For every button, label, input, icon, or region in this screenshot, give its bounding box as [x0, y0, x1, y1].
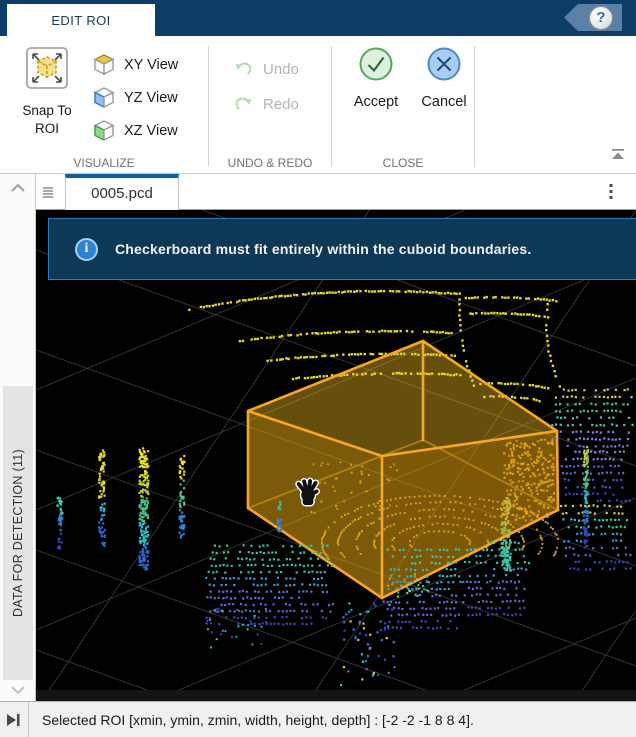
undo-icon: [233, 59, 254, 80]
point-cloud-viewport[interactable]: i Checkerboard must fit entirely within …: [36, 210, 636, 701]
accept-button[interactable]: Accept: [344, 46, 408, 110]
cancel-label: Cancel: [412, 94, 476, 110]
redo-icon: [233, 94, 254, 115]
section-label-undo-redo: UNDO & REDO: [209, 156, 331, 170]
cube-icon: [92, 119, 116, 142]
help-button[interactable]: ?: [564, 4, 622, 31]
group-undo-redo: Undo Redo UNDO & REDO: [209, 36, 331, 173]
group-visualize: Snap To ROI XY View YZ View XZ View VISU…: [0, 36, 208, 173]
chevron-up-icon[interactable]: [10, 183, 26, 193]
collapse-ribbon-button[interactable]: [610, 147, 626, 165]
document-tab-active[interactable]: 0005.pcd: [65, 174, 179, 210]
view-button-xy[interactable]: XY View: [92, 48, 178, 81]
view-button-yz[interactable]: YZ View: [92, 81, 178, 114]
pointcloud-svg[interactable]: [36, 210, 636, 690]
accept-label: Accept: [344, 94, 408, 110]
app-window: EDIT ROI ?: [0, 0, 636, 737]
cancel-icon: [426, 46, 462, 82]
status-bar: Selected ROI [xmin, ymin, zmin, width, h…: [0, 701, 636, 737]
view-button-label: XY View: [124, 57, 178, 73]
banner-text: Checkerboard must fit entirely within th…: [115, 241, 532, 257]
view-button-label: YZ View: [124, 90, 178, 106]
content-panel: 0005.pcd i Checkerboard must fit entirel…: [36, 174, 636, 701]
ribbon-divider: [474, 46, 475, 167]
help-icon: ?: [589, 6, 613, 30]
chevron-down-icon[interactable]: [10, 685, 26, 695]
accept-icon: [358, 46, 394, 82]
document-tabbar: 0005.pcd: [36, 174, 636, 210]
info-banner: i Checkerboard must fit entirely within …: [48, 218, 636, 280]
view-button-label: XZ View: [124, 123, 178, 139]
snap-to-roi-button[interactable]: Snap To ROI: [6, 46, 88, 138]
collapse-ribbon-icon: [610, 148, 626, 160]
group-close: Accept Cancel CLOSE: [332, 36, 474, 173]
redo-button[interactable]: Redo: [233, 91, 299, 117]
left-panel-rail: DATA FOR DETECTION (11): [0, 174, 36, 701]
snap-label-line1: Snap To: [6, 102, 88, 120]
view-button-xz[interactable]: XZ View: [92, 114, 178, 147]
sidebar-tab-label: DATA FOR DETECTION (11): [11, 449, 25, 617]
cube-icon: [92, 86, 116, 109]
skip-to-end-icon[interactable]: [4, 710, 22, 730]
section-label-visualize: VISUALIZE: [0, 156, 208, 170]
section-label-close: CLOSE: [332, 156, 474, 170]
view-buttons: XY View YZ View XZ View: [92, 48, 178, 147]
undo-label: Undo: [263, 61, 299, 78]
toolstrip-header: EDIT ROI ?: [0, 0, 636, 36]
undo-button[interactable]: Undo: [233, 56, 299, 82]
cube-icon: [92, 53, 116, 76]
snap-label-line2: ROI: [6, 120, 88, 138]
main-region: DATA FOR DETECTION (11) 0005.pcd i Check…: [0, 174, 636, 701]
sidebar-tab-data-for-detection[interactable]: DATA FOR DETECTION (11): [3, 386, 33, 680]
status-text: Selected ROI [xmin, ymin, zmin, width, h…: [42, 712, 474, 728]
ribbon: Snap To ROI XY View YZ View XZ View VISU…: [0, 36, 636, 174]
snap-to-roi-icon: [25, 46, 69, 90]
list-icon[interactable]: [41, 185, 55, 199]
status-divider: [28, 702, 29, 737]
info-icon: i: [75, 238, 98, 261]
kebab-menu-icon[interactable]: [608, 183, 614, 201]
redo-label: Redo: [263, 96, 299, 113]
tab-edit-roi[interactable]: EDIT ROI: [7, 4, 155, 36]
cancel-button[interactable]: Cancel: [412, 46, 476, 110]
